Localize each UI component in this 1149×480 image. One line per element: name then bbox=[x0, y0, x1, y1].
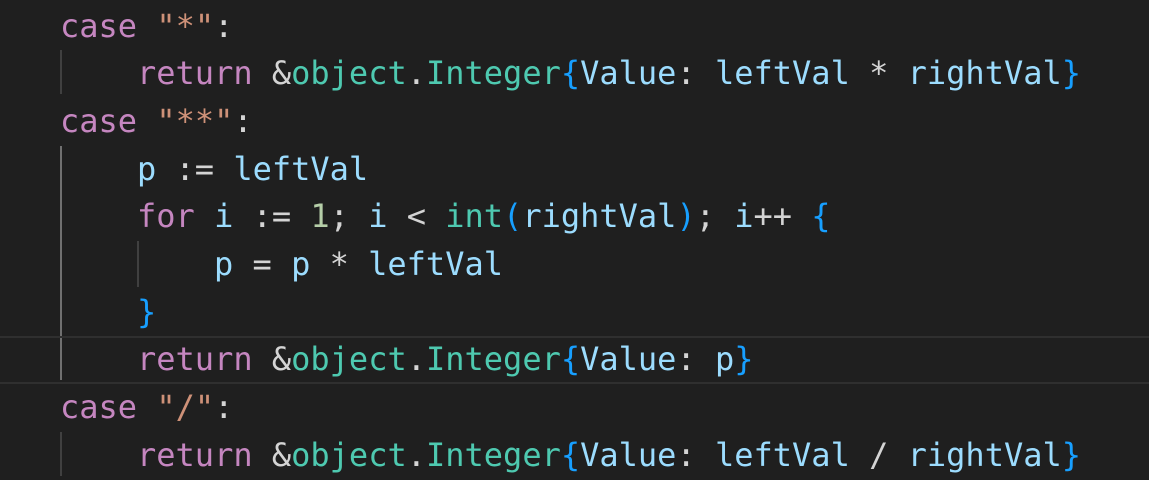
code-token: rightVal bbox=[907, 54, 1062, 92]
code-token: rightVal bbox=[907, 436, 1062, 474]
code-token: p bbox=[137, 150, 157, 188]
code-token: { bbox=[811, 197, 831, 235]
code-token: case bbox=[60, 388, 138, 426]
code-token: { bbox=[560, 436, 581, 474]
code-token: : bbox=[214, 388, 234, 426]
code-line[interactable]: case "/": bbox=[0, 384, 1149, 432]
code-token: & bbox=[252, 340, 292, 378]
code-token: object bbox=[291, 340, 407, 378]
code-token: ; bbox=[329, 197, 369, 235]
code-text: } bbox=[137, 289, 156, 337]
code-token: p bbox=[214, 245, 234, 283]
code-token: case bbox=[60, 7, 138, 45]
code-token: Value bbox=[580, 436, 677, 474]
code-line[interactable]: p = p * leftVal bbox=[0, 241, 1149, 289]
code-token: object bbox=[291, 436, 407, 474]
code-token: ( bbox=[503, 197, 523, 235]
code-text: case "**": bbox=[60, 98, 253, 146]
code-token: return bbox=[137, 54, 253, 92]
code-text: p := leftVal bbox=[137, 146, 368, 194]
code-token: / bbox=[849, 436, 908, 474]
code-token: p bbox=[291, 245, 311, 283]
code-line-current[interactable]: return &object.Integer{Value: p} bbox=[0, 336, 1149, 384]
code-token: i bbox=[734, 197, 754, 235]
code-token: rightVal bbox=[522, 197, 677, 235]
code-token: return bbox=[137, 436, 253, 474]
code-token: : bbox=[676, 54, 715, 92]
code-token: & bbox=[252, 54, 292, 92]
code-text: for i := 1; i < int(rightVal); i++ { bbox=[137, 193, 831, 241]
code-line[interactable]: for i := 1; i < int(rightVal); i++ { bbox=[0, 193, 1149, 241]
code-token: Integer bbox=[425, 340, 561, 378]
code-token: case bbox=[60, 102, 138, 140]
code-token: } bbox=[1061, 436, 1082, 474]
code-token: object bbox=[291, 54, 407, 92]
code-token: . bbox=[406, 340, 426, 378]
code-token: . bbox=[406, 54, 426, 92]
code-text: p = p * leftVal bbox=[214, 241, 503, 289]
code-token: i bbox=[368, 197, 388, 235]
code-token: leftVal bbox=[714, 54, 850, 92]
code-token: < bbox=[387, 197, 446, 235]
code-token: { bbox=[560, 54, 581, 92]
code-token: { bbox=[560, 340, 581, 378]
code-token: "**" bbox=[156, 102, 234, 140]
code-token: return bbox=[137, 340, 253, 378]
code-line[interactable]: return &object.Integer{Value: leftVal * … bbox=[0, 50, 1149, 98]
code-token: for bbox=[137, 197, 195, 235]
code-text: case "/": bbox=[60, 384, 233, 432]
code-token: 1 bbox=[310, 197, 330, 235]
code-text: return &object.Integer{Value: p} bbox=[137, 336, 754, 384]
code-token: leftVal bbox=[233, 150, 369, 188]
code-token: * bbox=[849, 54, 908, 92]
code-token: leftVal bbox=[368, 245, 503, 283]
code-token: "/" bbox=[156, 388, 215, 426]
code-text: return &object.Integer{Value: leftVal * … bbox=[137, 50, 1081, 98]
code-token: Integer bbox=[425, 436, 561, 474]
code-token: p bbox=[714, 340, 735, 378]
code-line[interactable]: } bbox=[0, 289, 1149, 337]
code-line[interactable]: case "*": bbox=[0, 3, 1149, 51]
code-token: "*" bbox=[156, 7, 215, 45]
code-token: & bbox=[252, 436, 292, 474]
code-token: := bbox=[233, 197, 311, 235]
code-line[interactable]: case "**": bbox=[0, 98, 1149, 146]
code-token: ++ bbox=[753, 197, 812, 235]
code-token: } bbox=[137, 293, 157, 331]
code-token: . bbox=[406, 436, 426, 474]
code-token: * bbox=[310, 245, 369, 283]
code-token: : bbox=[676, 340, 715, 378]
code-line[interactable]: return &object.Integer{Value: leftVal / … bbox=[0, 432, 1149, 480]
code-token: leftVal bbox=[714, 436, 850, 474]
code-token: Integer bbox=[425, 54, 561, 92]
code-token: int bbox=[445, 197, 504, 235]
code-token: = bbox=[233, 245, 292, 283]
code-text: case "*": bbox=[60, 3, 233, 51]
code-token: Value bbox=[580, 54, 677, 92]
code-token: ; bbox=[695, 197, 735, 235]
code-token: } bbox=[734, 340, 754, 378]
code-token: : bbox=[676, 436, 715, 474]
code-token: : bbox=[214, 7, 234, 45]
code-editor[interactable]: case "*": return &object.Integer{Value: … bbox=[0, 0, 1149, 480]
code-token: : bbox=[233, 102, 253, 140]
code-line[interactable]: p := leftVal bbox=[0, 146, 1149, 194]
code-token: i bbox=[214, 197, 234, 235]
code-text: return &object.Integer{Value: leftVal / … bbox=[137, 432, 1081, 480]
code-token: } bbox=[1061, 54, 1082, 92]
code-token: := bbox=[156, 150, 234, 188]
code-token: ) bbox=[676, 197, 696, 235]
code-token: Value bbox=[580, 340, 677, 378]
